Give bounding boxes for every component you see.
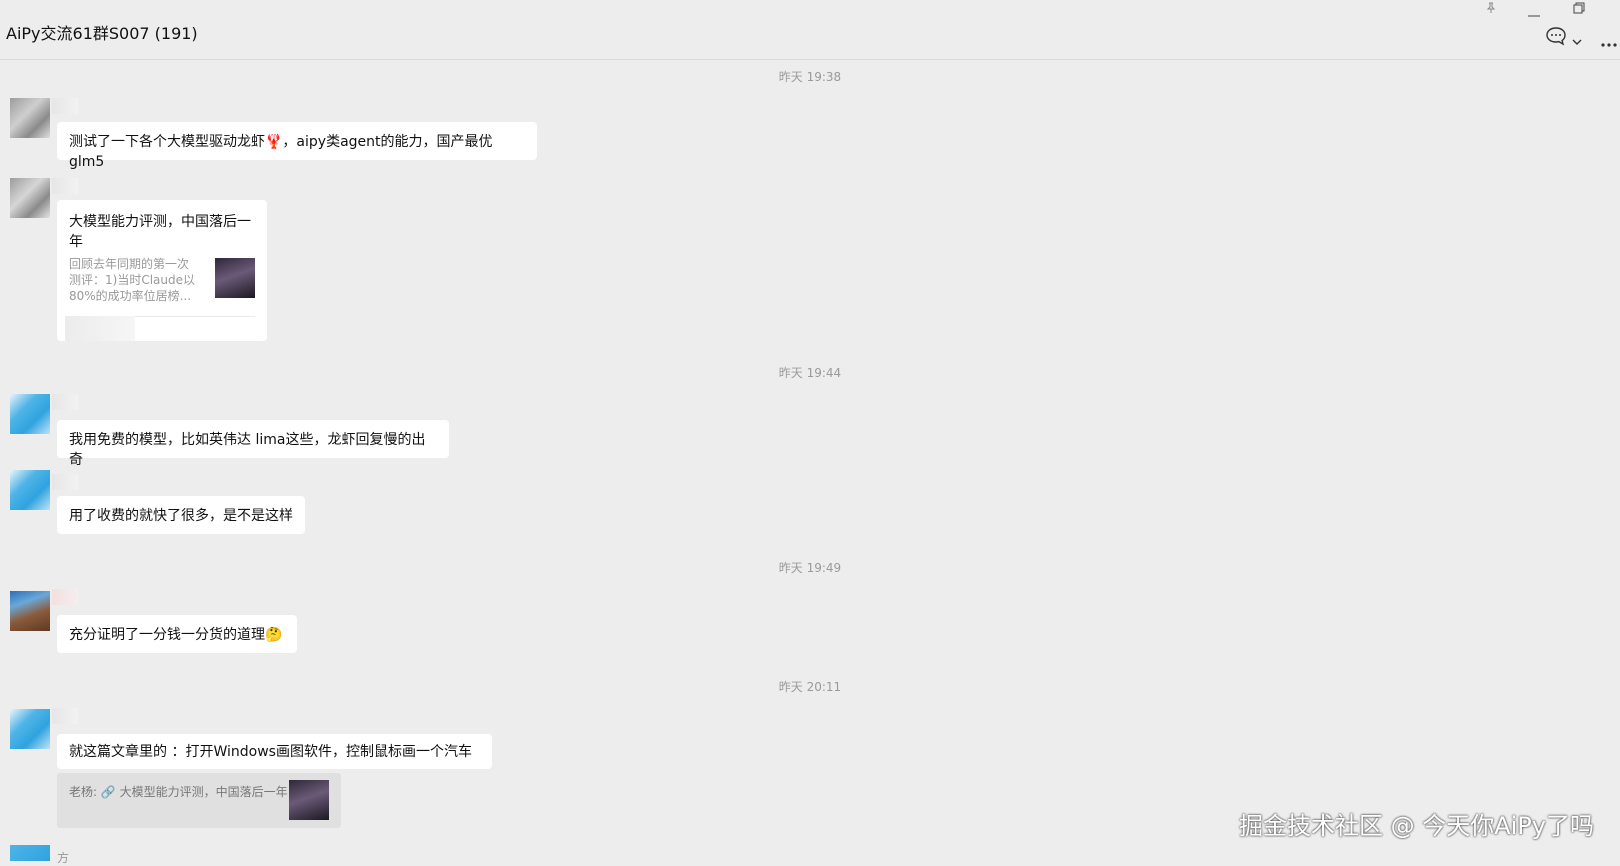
timestamp: 昨天 19:49: [778, 561, 842, 575]
chat-header: AiPy交流61群S007 (191): [0, 0, 1620, 60]
quote-text: 老杨: 🔗 大模型能力评测，中国落后一年: [69, 785, 288, 799]
pin-icon[interactable]: [1485, 2, 1497, 18]
message-text: 测试了一下各个大模型驱动龙虾🦞，aipy类agent的能力，国产最优glm5: [69, 134, 493, 170]
sender-name: [52, 98, 78, 114]
avatar[interactable]: [10, 709, 50, 749]
sender-name: [52, 589, 78, 605]
card-thumbnail: [215, 258, 255, 298]
message-text: 充分证明了一分钱一分货的道理🤔: [69, 627, 283, 643]
minimize-icon[interactable]: [1528, 6, 1540, 21]
avatar[interactable]: [10, 591, 50, 631]
timestamp: 昨天 19:44: [778, 366, 842, 380]
sender-name: [52, 708, 78, 724]
link-card[interactable]: 大模型能力评测，中国落后一年 回顾去年同期的第一次测评：1)当时Claude以8…: [57, 200, 267, 341]
quote-thumbnail: [289, 780, 329, 820]
avatar[interactable]: [10, 98, 50, 138]
timestamp: 昨天 20:11: [778, 680, 842, 694]
more-icon[interactable]: [1600, 32, 1618, 53]
message-text: 就这篇文章里的 ：打开Windows画图软件，控制鼠标画一个汽车: [69, 744, 472, 760]
timestamp: 昨天 19:38: [778, 70, 842, 84]
avatar[interactable]: [10, 394, 50, 434]
message-text: 我用免费的模型，比如英伟达 lima这些，龙虾回复慢的出奇: [69, 432, 426, 468]
message-bubble[interactable]: 用了收费的就快了很多，是不是这样: [57, 496, 305, 534]
restore-icon[interactable]: [1573, 2, 1585, 18]
quoted-message[interactable]: 老杨: 🔗 大模型能力评测，中国落后一年: [57, 773, 341, 828]
sender-name: [52, 178, 78, 194]
sender-name: 方: [57, 851, 70, 865]
avatar[interactable]: [10, 178, 50, 218]
chevron-down-icon[interactable]: [1572, 30, 1582, 51]
message-bubble[interactable]: 就这篇文章里的 ：打开Windows画图软件，控制鼠标画一个汽车: [57, 734, 492, 769]
avatar[interactable]: [10, 845, 50, 861]
message-text: 用了收费的就快了很多，是不是这样: [69, 508, 293, 524]
card-description: 回顾去年同期的第一次测评：1)当时Claude以80%的成功率位居榜...: [69, 257, 195, 303]
message-bubble[interactable]: 充分证明了一分钱一分货的道理🤔: [57, 615, 297, 653]
card-title: 大模型能力评测，中国落后一年: [69, 214, 251, 250]
message-bubble[interactable]: 我用免费的模型，比如英伟达 lima这些，龙虾回复慢的出奇: [57, 420, 449, 468]
sender-name: [52, 474, 78, 490]
message-bubble[interactable]: 测试了一下各个大模型驱动龙虾🦞，aipy类agent的能力，国产最优glm5: [57, 122, 537, 170]
card-source: [65, 316, 135, 341]
chat-bubble-icon[interactable]: [1545, 26, 1567, 51]
avatar[interactable]: [10, 470, 50, 510]
chat-title: AiPy交流61群S007 (191): [6, 24, 198, 43]
sender-name: [52, 394, 78, 410]
watermark: 掘金技术社区 @ 今天你AiPy了吗: [1238, 812, 1594, 840]
